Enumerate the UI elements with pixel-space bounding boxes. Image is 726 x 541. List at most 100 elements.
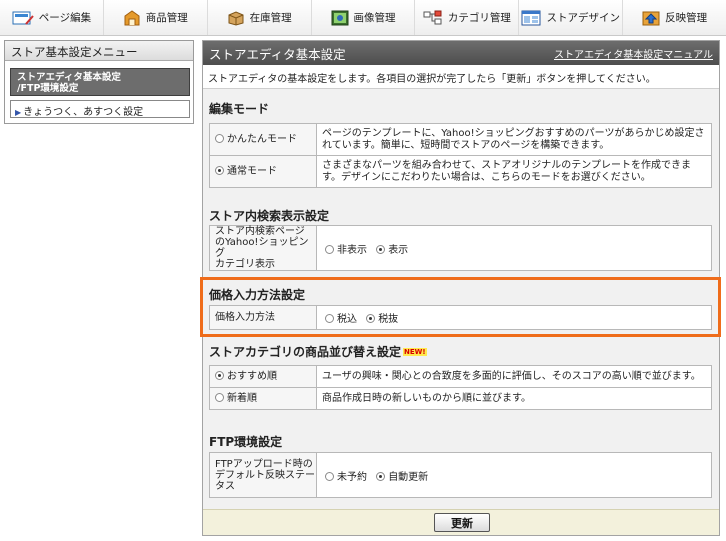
ftp-title: FTP環境設定 (209, 435, 283, 449)
page-title: ストアエディタ基本設定 (209, 46, 346, 62)
label-line: カテゴリ表示 (215, 259, 275, 270)
ftp-row: FTPアップロード時の デフォルト反映ステー タス 未予約 自動更新 (209, 452, 712, 498)
radio-normal-mode[interactable] (215, 166, 224, 175)
arrow-right-icon: ▶ (15, 108, 22, 117)
edit-mode-row-easy: かんたんモード ページのテンプレートに、Yahoo!ショッピングおすすめのパーツ… (209, 123, 712, 156)
radio-hide[interactable] (325, 244, 334, 254)
option-label: 通常モード (227, 166, 277, 177)
page-edit-icon (12, 11, 34, 25)
label-line: のYahoo!ショッピング (215, 237, 309, 259)
publish-icon (642, 11, 660, 25)
image-icon (331, 10, 348, 25)
option-tax-excluded[interactable]: 税抜 (366, 314, 398, 325)
option-unreserved[interactable]: 未予約 (325, 471, 367, 483)
radio-tax-excluded[interactable] (366, 314, 376, 323)
store-design-icon (521, 10, 541, 25)
nav-publish[interactable]: 反映管理 (623, 0, 726, 35)
price-input-title: 価格入力方法設定 (209, 288, 306, 302)
manual-link[interactable]: ストアエディタ基本設定マニュアル (554, 46, 713, 61)
search-display-title: ストア内検索表示設定 (209, 209, 330, 223)
nav-store-design[interactable]: ストアデザイン (519, 0, 624, 35)
category-sort-row-recommended: おすすめ順 ユーザの興味・関心との合致度を多面的に評価し、そのスコアの高い順で並… (209, 365, 712, 388)
option-label: 未予約 (337, 471, 367, 483)
settings-sidebar: ストア基本設定メニュー ストアエディタ基本設定 /FTP環境設定 ▶ きょうつく、… (4, 40, 194, 124)
sidebar-active-line1: ストアエディタ基本設定 (17, 72, 121, 83)
panel-header: ストアエディタ基本設定 ストアエディタ基本設定マニュアル (203, 41, 719, 65)
label-line: タス (215, 480, 235, 492)
price-input-row: 価格入力方法 税込 税抜 (209, 305, 712, 330)
edit-mode-normal-option[interactable]: 通常モード (209, 155, 317, 188)
search-display-table: ストア内検索ページ のYahoo!ショッピング カテゴリ表示 非表示 表示 (209, 225, 712, 271)
nav-product[interactable]: 商品管理 (104, 0, 208, 35)
option-label: 自動更新 (388, 471, 429, 483)
sidebar-item-store-editor-settings[interactable]: ストアエディタ基本設定 /FTP環境設定 (10, 68, 190, 96)
nav-page-edit-label: ページ編集 (38, 12, 92, 24)
category-sort-newest-description: 商品作成日時の新しいものから順に並びます。 (316, 387, 712, 410)
settings-content: 編集モード かんたんモード ページのテンプレートに、Yahoo!ショッピングおす… (203, 89, 719, 509)
price-input-options: 税込 税抜 (316, 305, 712, 330)
inventory-box-icon (228, 10, 244, 26)
nav-page-edit[interactable]: ページ編集 (0, 0, 104, 35)
option-label: 税込 (337, 314, 357, 325)
label-line: FTPアップロード時の (215, 458, 313, 470)
ftp-table: FTPアップロード時の デフォルト反映ステー タス 未予約 自動更新 (209, 452, 712, 498)
category-sort-recommended-description: ユーザの興味・関心との合致度を多面的に評価し、そのスコアの高い順で並びます。 (316, 365, 712, 388)
option-show[interactable]: 表示 (376, 244, 409, 256)
category-tree-icon (423, 10, 442, 24)
nav-publish-label: 反映管理 (665, 12, 708, 24)
radio-easy-mode[interactable] (215, 134, 224, 143)
new-badge: NEW! (403, 348, 427, 356)
option-label: かんたんモード (227, 134, 297, 145)
sidebar-title: ストア基本設定メニュー (5, 41, 193, 61)
label-line: ストア内検索ページ (215, 226, 305, 237)
radio-unreserved[interactable] (325, 471, 334, 481)
option-tax-included[interactable]: 税込 (325, 314, 357, 325)
option-hide[interactable]: 非表示 (325, 244, 367, 256)
edit-mode-normal-description: さまざまなパーツを組み合わせて、ストアオリジナルのテンプレートを作成できます。デ… (316, 155, 712, 188)
ftp-label: FTPアップロード時の デフォルト反映ステー タス (209, 452, 317, 498)
radio-recommended[interactable] (215, 371, 224, 380)
nav-image[interactable]: 画像管理 (312, 0, 416, 35)
sidebar-item-label: きょうつく、あすつく設定 (23, 107, 144, 118)
footer-bar: 更新 (203, 509, 719, 535)
category-sort-table: おすすめ順 ユーザの興味・関心との合致度を多面的に評価し、そのスコアの高い順で並… (209, 365, 712, 410)
search-display-options: 非表示 表示 (316, 225, 712, 271)
sidebar-item-delivery-settings[interactable]: ▶ きょうつく、あすつく設定 (10, 100, 190, 118)
update-button[interactable]: 更新 (434, 513, 490, 532)
nav-category-label: カテゴリ管理 (447, 12, 511, 24)
top-navigation: ページ編集 商品管理 在庫管理 画像管理 カテゴリ管理 ストアデザイン 反映管理 (0, 0, 726, 36)
category-sort-newest-option[interactable]: 新着順 (209, 387, 317, 410)
panel-description: ストアエディタの基本設定をします。各項目の選択が完了したら「更新」ボタンを押して… (203, 65, 719, 89)
edit-mode-easy-description: ページのテンプレートに、Yahoo!ショッピングおすすめのパーツがあらかじめ設定… (316, 123, 712, 156)
ftp-options: 未予約 自動更新 (316, 452, 712, 498)
option-label: 税抜 (378, 314, 399, 325)
option-label: 表示 (388, 244, 409, 256)
option-label: おすすめ順 (227, 371, 277, 382)
option-label: 非表示 (337, 244, 367, 256)
edit-mode-table: かんたんモード ページのテンプレートに、Yahoo!ショッピングおすすめのパーツ… (209, 123, 712, 188)
option-auto-update[interactable]: 自動更新 (376, 471, 429, 483)
option-label: 新着順 (227, 393, 257, 404)
category-sort-recommended-option[interactable]: おすすめ順 (209, 365, 317, 388)
radio-auto-update[interactable] (376, 471, 386, 481)
price-input-table: 価格入力方法 税込 税抜 (209, 305, 712, 330)
edit-mode-easy-option[interactable]: かんたんモード (209, 123, 317, 156)
nav-image-label: 画像管理 (353, 12, 396, 24)
sidebar-active-line2: /FTP環境設定 (17, 83, 79, 94)
price-input-label: 価格入力方法 (209, 305, 317, 330)
nav-category[interactable]: カテゴリ管理 (415, 0, 520, 35)
radio-tax-included[interactable] (325, 314, 334, 323)
search-display-row: ストア内検索ページ のYahoo!ショッピング カテゴリ表示 非表示 表示 (209, 225, 712, 271)
search-display-label: ストア内検索ページ のYahoo!ショッピング カテゴリ表示 (209, 225, 317, 271)
nav-inventory-label: 在庫管理 (249, 12, 292, 24)
edit-mode-row-normal: 通常モード さまざまなパーツを組み合わせて、ストアオリジナルのテンプレートを作成… (209, 155, 712, 188)
nav-store-design-label: ストアデザイン (546, 12, 620, 24)
nav-inventory[interactable]: 在庫管理 (208, 0, 312, 35)
nav-product-label: 商品管理 (145, 12, 188, 24)
category-sort-title-text: ストアカテゴリの商品並び替え設定 (209, 345, 402, 359)
product-icon (124, 9, 140, 25)
category-sort-row-newest: 新着順 商品作成日時の新しいものから順に並びます。 (209, 387, 712, 410)
radio-newest[interactable] (215, 393, 224, 402)
radio-show[interactable] (376, 244, 386, 254)
main-panel: ストアエディタ基本設定 ストアエディタ基本設定マニュアル ストアエディタの基本設… (202, 40, 720, 536)
